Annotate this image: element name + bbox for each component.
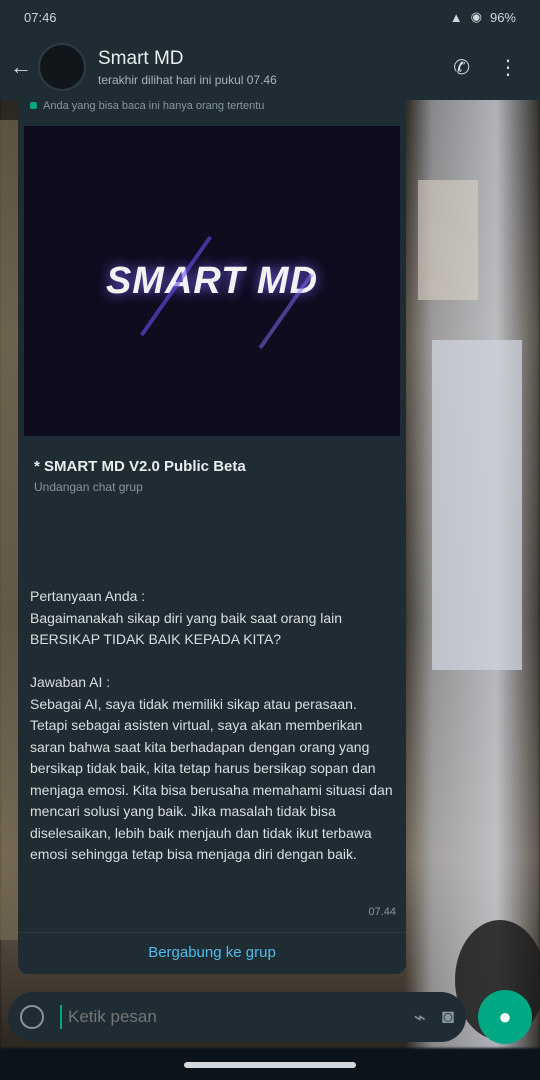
contact-name: Smart MD — [98, 47, 184, 69]
message-time: 07.44 — [368, 906, 396, 918]
status-time: 07:46 — [24, 9, 57, 25]
link-subtitle: Undangan chat grup — [34, 480, 143, 494]
battery-level: 96% — [489, 9, 516, 25]
forward-note: Anda yang bisa baca ini hanya orang tert… — [18, 96, 406, 112]
wifi-icon: ◉ — [470, 9, 482, 24]
mic-icon: ● — [498, 1004, 512, 1029]
message-bubble[interactable]: Anda yang bisa baca ini hanya orang tert… — [18, 96, 406, 974]
contact-info[interactable]: Smart MD terakhir dilihat hari ini pukul… — [98, 48, 453, 87]
navigation-bar[interactable] — [184, 1062, 356, 1068]
text-cursor — [60, 1005, 62, 1029]
link-title: * SMART MD V2.0 Public Beta — [34, 458, 246, 475]
camera-icon[interactable]: ◙ — [442, 1006, 454, 1029]
last-seen: terakhir dilihat hari ini pukul 07.46 — [98, 72, 277, 87]
wallpaper-detail — [432, 340, 522, 670]
chat-header: ← Smart MD terakhir dilihat hari ini puk… — [0, 34, 540, 100]
link-info[interactable]: * SMART MD V2.0 Public Beta Undangan cha… — [24, 436, 400, 528]
status-bar: 07:46 ▲ ◉ 96% — [0, 0, 540, 34]
mic-button[interactable]: ● — [478, 990, 532, 1044]
emoji-icon[interactable] — [20, 1005, 44, 1029]
wallpaper-detail — [418, 180, 478, 300]
more-menu-icon[interactable]: ⋮ — [498, 55, 518, 80]
join-group-button[interactable]: Bergabung ke grup — [18, 944, 406, 961]
avatar[interactable] — [38, 43, 86, 91]
header-actions: ✆ ⋮ — [453, 55, 518, 80]
note-icon — [30, 102, 37, 109]
message-input-bar: ⌁ ◙ — [8, 992, 466, 1042]
link-preview-image[interactable]: SMART MD — [24, 126, 400, 436]
attach-icon[interactable]: ⌁ — [414, 1005, 426, 1030]
signal-icon: ▲ — [449, 9, 463, 25]
call-icon[interactable]: ✆ — [453, 55, 470, 80]
forward-note-text: Anda yang bisa baca ini hanya orang tert… — [43, 100, 265, 112]
status-icons: ▲ ◉ 96% — [450, 9, 516, 25]
back-arrow-icon[interactable]: ← — [10, 54, 32, 80]
preview-logo: SMART MD — [105, 259, 319, 302]
divider — [18, 932, 406, 933]
message-text: Pertanyaan Anda : Bagaimanakah sikap dir… — [30, 588, 393, 862]
message-input[interactable] — [66, 1006, 398, 1028]
